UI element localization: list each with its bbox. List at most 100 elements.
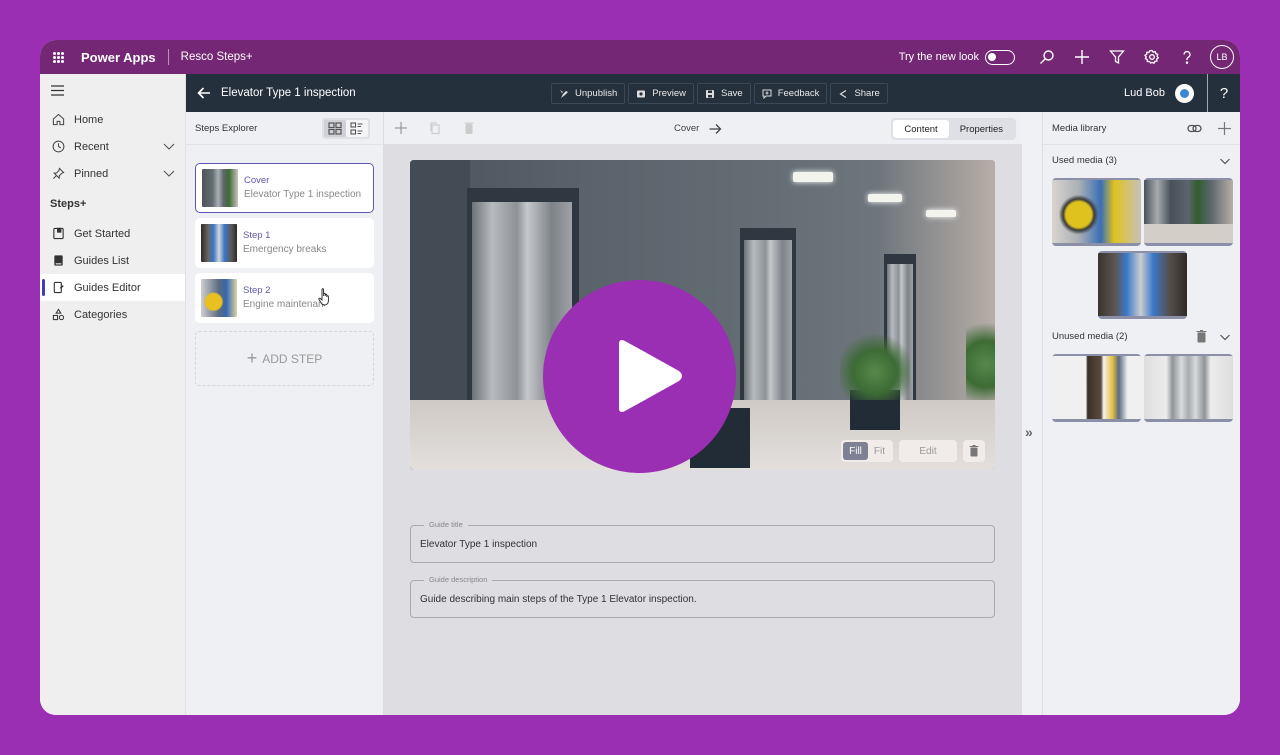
step-thumbnail bbox=[201, 224, 237, 262]
nav-item-categories[interactable]: Categories bbox=[40, 301, 185, 328]
nav-item-recent[interactable]: Recent bbox=[40, 133, 185, 160]
save-button[interactable]: Save bbox=[697, 83, 751, 104]
media-thumbnail[interactable] bbox=[1052, 178, 1141, 246]
nav-section-steps: Steps+ bbox=[50, 197, 87, 210]
try-new-look-toggle[interactable] bbox=[985, 49, 1015, 65]
chevron-down-icon[interactable] bbox=[163, 140, 175, 152]
nav-item-pinned[interactable]: Pinned bbox=[40, 160, 185, 187]
help-button[interactable]: ? bbox=[1207, 74, 1240, 112]
try-new-look-label: Try the new look bbox=[898, 51, 979, 63]
fit-button[interactable]: Fit bbox=[868, 442, 891, 460]
step-title: Step 2 bbox=[243, 285, 271, 296]
guide-title-field[interactable]: Guide title Elevator Type 1 inspection bbox=[410, 520, 995, 563]
hamburger-menu-icon[interactable] bbox=[40, 74, 185, 106]
back-arrow-icon[interactable] bbox=[196, 85, 212, 101]
used-media-label: Used media (3) bbox=[1052, 155, 1117, 166]
add-step-button[interactable]: + ADD STEP bbox=[195, 331, 374, 386]
field-value: Guide describing main steps of the Type … bbox=[420, 594, 697, 605]
list-view-icon[interactable] bbox=[346, 119, 368, 137]
step-card-cover[interactable]: Cover Elevator Type 1 inspection bbox=[195, 163, 374, 213]
media-library-title: Media library bbox=[1052, 122, 1107, 134]
media-thumbnail[interactable] bbox=[1144, 178, 1233, 246]
step-title: Step 1 bbox=[243, 230, 271, 241]
hand-cursor-icon bbox=[318, 288, 329, 306]
guide-description-field[interactable]: Guide description Guide describing main … bbox=[410, 575, 995, 618]
used-media-header[interactable]: Used media (3) bbox=[1043, 145, 1240, 176]
fill-button[interactable]: Fill bbox=[843, 442, 868, 460]
search-icon[interactable] bbox=[1029, 40, 1064, 74]
left-navigation: Home Recent Pinned Steps+ Get Started Gu… bbox=[40, 74, 186, 715]
view-toggle bbox=[322, 117, 370, 139]
unused-media-header[interactable]: Unused media (2) bbox=[1043, 321, 1240, 352]
waffle-icon[interactable] bbox=[40, 40, 76, 74]
step-card-step-2[interactable]: Step 2 Engine maintenance bbox=[195, 273, 374, 323]
double-chevron-right-icon[interactable]: » bbox=[1025, 424, 1033, 440]
delete-icon[interactable] bbox=[452, 112, 486, 145]
media-thumbnail[interactable] bbox=[1144, 354, 1233, 422]
trash-icon[interactable] bbox=[1196, 330, 1207, 343]
unpublish-button[interactable]: Unpublish bbox=[551, 83, 626, 104]
crumb-label: Cover bbox=[674, 123, 700, 134]
media-library: Media library Used media (3) Unused medi… bbox=[1043, 112, 1240, 715]
trash-icon bbox=[969, 445, 979, 457]
plus-icon[interactable] bbox=[1217, 121, 1232, 136]
button-label: Feedback bbox=[777, 88, 820, 99]
chevron-down-icon[interactable] bbox=[163, 167, 175, 179]
brand-divider bbox=[167, 49, 169, 65]
button-label: Unpublish bbox=[575, 88, 618, 99]
duplicate-icon[interactable] bbox=[418, 112, 452, 145]
user-name: Lud Bob bbox=[1124, 87, 1165, 99]
step-title: Cover bbox=[244, 175, 270, 186]
nav-item-guides-editor[interactable]: Guides Editor bbox=[40, 274, 185, 301]
step-card-step-1[interactable]: Step 1 Emergency breaks bbox=[195, 218, 374, 268]
unused-media-label: Unused media (2) bbox=[1052, 331, 1128, 342]
share-button[interactable]: Share bbox=[830, 83, 888, 104]
user-menu[interactable]: Lud Bob bbox=[1124, 74, 1194, 112]
collapse-media-panel[interactable]: » bbox=[1022, 112, 1043, 715]
field-label: Guide title bbox=[424, 520, 468, 529]
steps-explorer: Steps Explorer Cover Elevator Type 1 ins… bbox=[186, 112, 384, 715]
nav-label: Pinned bbox=[74, 167, 109, 180]
tab-properties[interactable]: Properties bbox=[949, 120, 1014, 138]
nav-label: Guides Editor bbox=[74, 281, 141, 294]
nav-item-get-started[interactable]: Get Started bbox=[40, 220, 185, 247]
help-icon[interactable] bbox=[1169, 40, 1204, 74]
step-thumbnail bbox=[201, 279, 237, 317]
link-icon[interactable] bbox=[1187, 121, 1202, 136]
nav-item-guides-list[interactable]: Guides List bbox=[40, 247, 185, 274]
arrow-right-icon[interactable] bbox=[708, 122, 722, 136]
chevron-down-icon[interactable] bbox=[1219, 155, 1231, 167]
avatar[interactable]: LB bbox=[1210, 45, 1234, 69]
feedback-button[interactable]: Feedback bbox=[753, 83, 828, 104]
play-video-button[interactable] bbox=[543, 280, 736, 473]
content-properties-tabs: Content Properties bbox=[891, 118, 1016, 140]
book-icon bbox=[51, 227, 65, 241]
delete-image-button[interactable] bbox=[963, 440, 985, 462]
edit-image-button[interactable]: Edit bbox=[899, 440, 957, 462]
nav-label: Categories bbox=[74, 308, 128, 321]
add-icon[interactable] bbox=[384, 112, 418, 145]
categories-icon bbox=[51, 308, 65, 322]
nav-label: Guides List bbox=[74, 254, 130, 267]
guides-list-icon bbox=[51, 254, 65, 268]
tab-content[interactable]: Content bbox=[893, 120, 949, 138]
media-thumbnail[interactable] bbox=[1052, 354, 1141, 422]
clock-icon bbox=[51, 140, 65, 154]
field-label: Guide description bbox=[424, 575, 493, 584]
grid-view-icon[interactable] bbox=[324, 119, 346, 137]
step-breadcrumb: Cover bbox=[674, 112, 722, 145]
add-step-label: ADD STEP bbox=[262, 351, 323, 366]
nav-item-home[interactable]: Home bbox=[40, 106, 185, 133]
app-name[interactable]: Resco Steps+ bbox=[181, 51, 253, 63]
play-icon bbox=[619, 340, 682, 412]
save-icon bbox=[706, 89, 715, 98]
button-label: Preview bbox=[652, 88, 687, 99]
brand-name[interactable]: Power Apps bbox=[81, 50, 156, 65]
filter-icon[interactable] bbox=[1099, 40, 1134, 74]
preview-button[interactable]: Preview bbox=[628, 83, 695, 104]
media-thumbnail[interactable] bbox=[1098, 251, 1187, 319]
gear-icon[interactable] bbox=[1134, 40, 1169, 74]
chevron-down-icon[interactable] bbox=[1219, 331, 1231, 343]
pin-icon bbox=[51, 167, 65, 181]
plus-icon[interactable] bbox=[1064, 40, 1099, 74]
